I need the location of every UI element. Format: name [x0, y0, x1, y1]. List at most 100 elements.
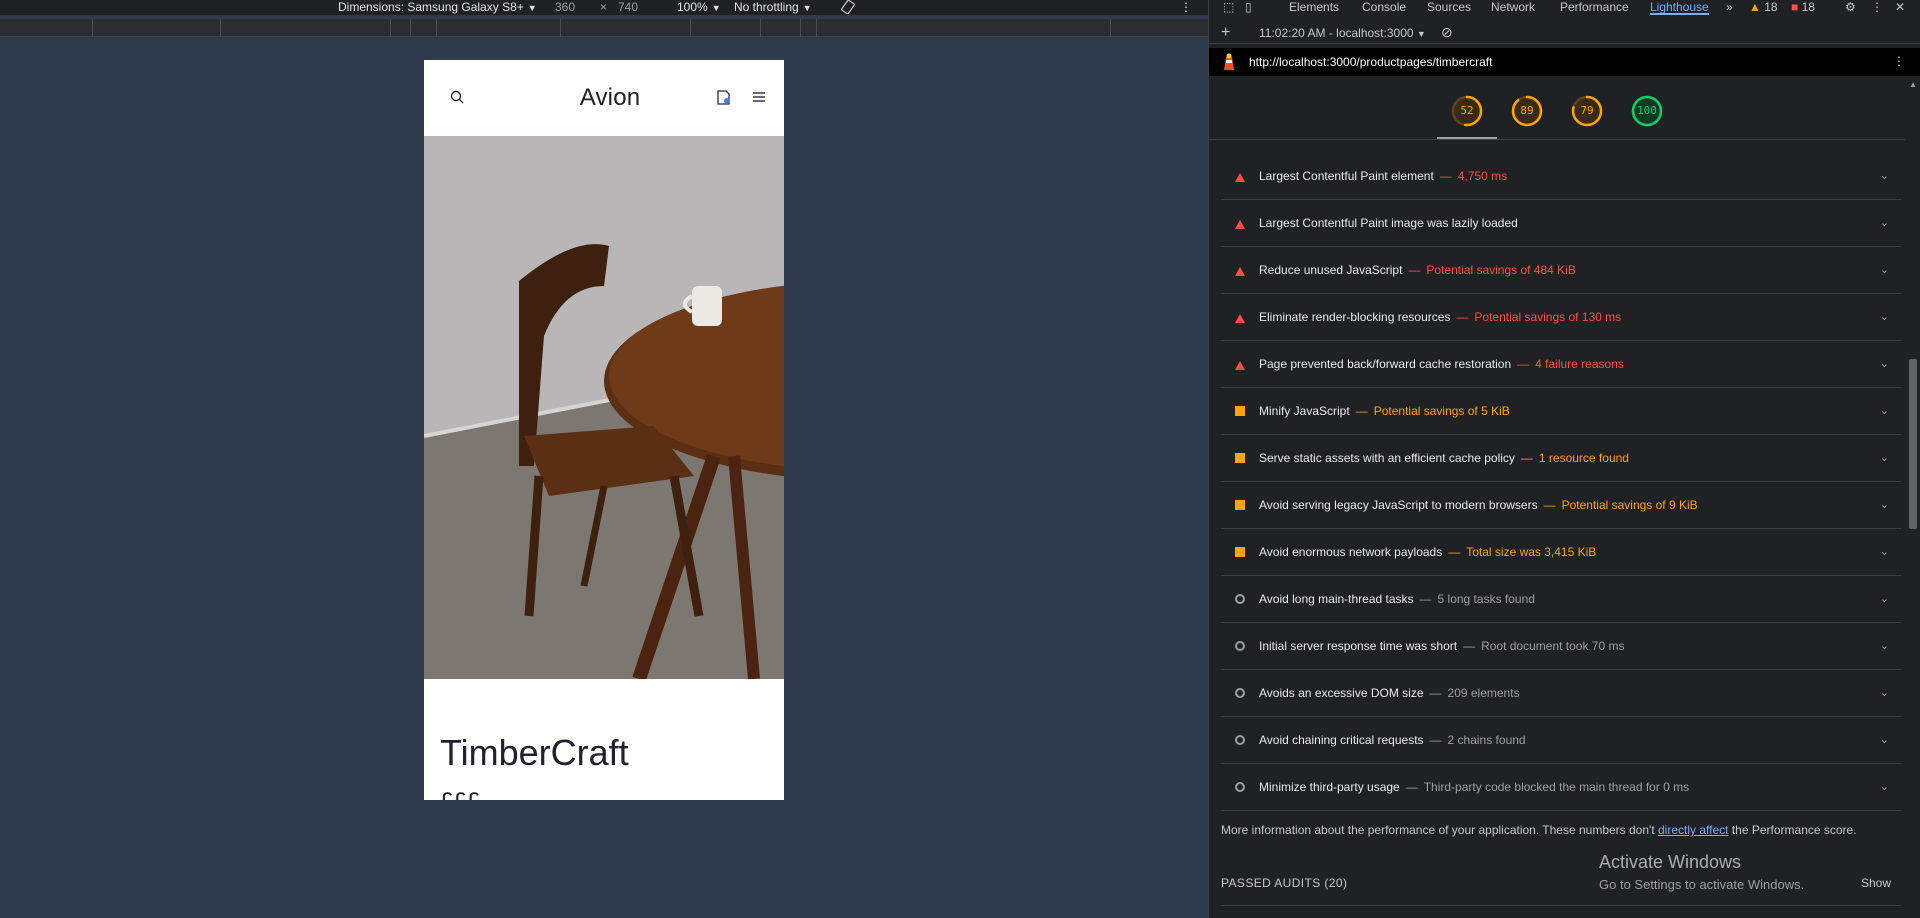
menu-icon[interactable]	[752, 91, 766, 106]
kebab-icon[interactable]: ⋮	[1180, 0, 1192, 15]
scrollbar[interactable]: ▲	[1907, 80, 1919, 918]
tab-performance[interactable]: Performance	[1560, 0, 1629, 15]
score-gauge-best-practices[interactable]: 79	[1570, 94, 1604, 128]
tab-lighthouse[interactable]: Lighthouse	[1650, 0, 1709, 15]
lighthouse-toolbar: + 11:02:20 AM - localhost:3000 ▼ ⊘	[1209, 22, 1920, 44]
chevron-down-icon[interactable]: ⌄	[1880, 639, 1889, 652]
audit-title: Minify JavaScript	[1259, 404, 1350, 418]
audit-detail: 2 chains found	[1447, 733, 1526, 747]
audit-row[interactable]: Page prevented back/forward cache restor…	[1221, 341, 1901, 388]
chevron-down-icon[interactable]: ⌄	[1880, 451, 1889, 464]
dimension-times: ×	[600, 0, 608, 14]
issue-icon: ■	[1791, 0, 1799, 14]
audit-row[interactable]: Minify JavaScript — Potential savings of 5…	[1221, 388, 1901, 435]
issues-count: 18	[1801, 0, 1815, 14]
tab-network[interactable]: Network	[1491, 0, 1535, 15]
audit-row[interactable]: Largest Contentful Paint image was lazil…	[1221, 200, 1901, 247]
tab-console[interactable]: Console	[1362, 0, 1406, 15]
score-value: 79	[1580, 104, 1594, 117]
chevron-down-icon[interactable]: ⌄	[1880, 498, 1889, 511]
chevron-down-icon[interactable]: ⌄	[1880, 310, 1889, 323]
audit-row[interactable]: Avoids an excessive DOM size — 209 element…	[1221, 670, 1901, 717]
device-toolbar: Dimensions: Samsung Galaxy S8+ ▼ 360 × 74…	[0, 0, 1208, 15]
scrollbar-thumb[interactable]	[1909, 359, 1917, 529]
audit-row[interactable]: Reduce unused JavaScript — Potential savin…	[1221, 247, 1901, 294]
chevron-down-icon[interactable]: ⌄	[1880, 733, 1889, 746]
score-gauge-seo[interactable]: 100	[1630, 94, 1664, 128]
media-query-ruler[interactable]	[0, 19, 1208, 37]
chevron-down-icon[interactable]: ⌄	[1880, 404, 1889, 417]
warnings-count: 18	[1764, 0, 1778, 14]
report-selector[interactable]: 11:02:20 AM - localhost:3000 ▼	[1259, 26, 1426, 40]
chevron-down-icon[interactable]: ⌄	[1880, 686, 1889, 699]
clear-icon[interactable]: ⊘	[1441, 24, 1453, 41]
width-input[interactable]: 360	[555, 0, 575, 15]
fail-triangle-icon	[1235, 360, 1245, 370]
inspect-icon[interactable]: ⬚	[1223, 0, 1234, 15]
performance-note-text: More information about the performance o…	[1221, 823, 1655, 837]
devtools-tab-bar: ⬚ ▯ Elements Console Sources Network Per…	[1209, 0, 1920, 15]
more-tabs-icon[interactable]: »	[1726, 0, 1733, 15]
chevron-down-icon[interactable]: ⌄	[1880, 357, 1889, 370]
audit-separator: —	[1517, 357, 1530, 371]
close-icon[interactable]: ✕	[1895, 0, 1905, 15]
audit-text: Avoid enormous network payloads — Total si…	[1259, 545, 1596, 559]
score-value: 89	[1520, 104, 1534, 117]
directly-affect-link[interactable]: directly affect	[1658, 823, 1728, 837]
fail-triangle-icon	[1235, 172, 1245, 182]
tab-sources[interactable]: Sources	[1427, 0, 1471, 15]
device-select[interactable]: Dimensions: Samsung Galaxy S8+ ▼	[338, 0, 537, 15]
score-gauge-accessibility[interactable]: 89	[1510, 94, 1544, 128]
audit-title: Avoid long main-thread tasks	[1259, 592, 1414, 606]
throttling-select[interactable]: No throttling ▼	[734, 0, 812, 15]
scroll-up-icon[interactable]: ▲	[1909, 80, 1917, 89]
kebab-icon[interactable]: ⋮	[1871, 0, 1883, 15]
issues-badge[interactable]: ■ 18	[1791, 0, 1815, 15]
audit-title: Eliminate render-blocking resources	[1259, 310, 1451, 324]
height-input[interactable]: 740	[618, 0, 638, 15]
rotate-icon[interactable]	[840, 0, 856, 15]
zoom-select[interactable]: 100% ▼	[677, 0, 721, 15]
plus-icon[interactable]: +	[1221, 24, 1230, 42]
audit-row[interactable]: Avoid long main-thread tasks — 5 long task…	[1221, 576, 1901, 623]
search-icon[interactable]	[450, 90, 464, 107]
audit-row[interactable]: Initial server response time was short — R…	[1221, 623, 1901, 670]
audit-text: Avoid chaining critical requests — 2 chain…	[1259, 733, 1526, 747]
audit-text: Largest Contentful Paint element — 4,750 m…	[1259, 169, 1507, 183]
chevron-down-icon[interactable]: ⌄	[1880, 545, 1889, 558]
audit-list: Largest Contentful Paint element — 4,750 m…	[1221, 153, 1901, 811]
score-value: 100	[1637, 104, 1657, 117]
audit-detail: Potential savings of 484 KiB	[1426, 263, 1576, 277]
audit-separator: —	[1419, 592, 1432, 606]
audit-row[interactable]: Serve static assets with an efficient ca…	[1221, 435, 1901, 482]
chevron-down-icon[interactable]: ⌄	[1880, 263, 1889, 276]
audit-text: Avoid long main-thread tasks — 5 long task…	[1259, 592, 1535, 606]
kebab-icon[interactable]: ⋮	[1893, 54, 1905, 68]
audit-row[interactable]: Avoid enormous network payloads — Total si…	[1221, 529, 1901, 576]
audit-row[interactable]: Largest Contentful Paint element — 4,750 m…	[1221, 153, 1901, 200]
cart-icon[interactable]	[716, 88, 732, 109]
audit-title: Avoids an excessive DOM size	[1259, 686, 1424, 700]
site-logo[interactable]: Avion	[580, 84, 641, 112]
chevron-down-icon[interactable]: ⌄	[1880, 780, 1889, 793]
audit-detail: Potential savings of 9 KiB	[1561, 498, 1698, 512]
audit-detail: Third-party code blocked the main thread…	[1423, 780, 1690, 794]
score-gauge-performance[interactable]: 52	[1450, 94, 1484, 128]
warnings-badge[interactable]: ▲ 18	[1749, 0, 1778, 15]
chevron-down-icon[interactable]: ⌄	[1880, 216, 1889, 229]
tab-elements[interactable]: Elements	[1289, 0, 1339, 15]
audit-row[interactable]: Avoid serving legacy JavaScript to moder…	[1221, 482, 1901, 529]
show-button[interactable]: Show	[1861, 876, 1891, 890]
site-header: Avion	[424, 60, 784, 136]
average-square-icon	[1235, 500, 1245, 510]
audit-detail: Total size was 3,415 KiB	[1466, 545, 1597, 559]
settings-icon[interactable]: ⚙	[1845, 0, 1856, 15]
chevron-down-icon[interactable]: ⌄	[1880, 592, 1889, 605]
emulated-device-viewport: Avion TimberCraft	[424, 60, 784, 800]
audit-row[interactable]: Minimize third-party usage — Third-party c…	[1221, 764, 1901, 811]
audit-row[interactable]: Eliminate render-blocking resources — Pote…	[1221, 294, 1901, 341]
passed-audits-heading[interactable]: PASSED AUDITS (20)	[1221, 876, 1347, 890]
audit-row[interactable]: Avoid chaining critical requests — 2 chain…	[1221, 717, 1901, 764]
chevron-down-icon[interactable]: ⌄	[1880, 169, 1889, 182]
device-toggle-icon[interactable]: ▯	[1245, 0, 1252, 15]
